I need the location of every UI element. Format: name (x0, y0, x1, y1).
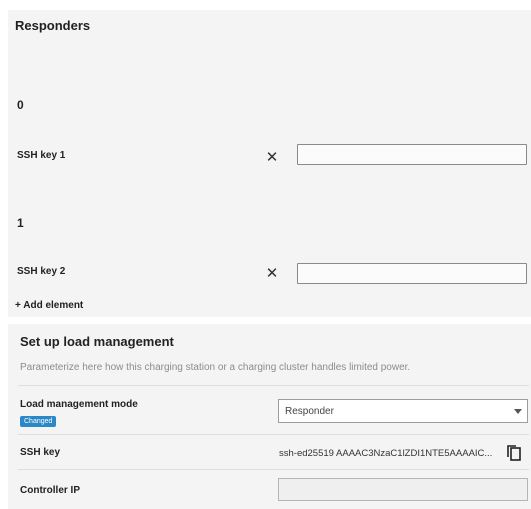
ssh-key-2-label: SSH key 2 (17, 266, 66, 277)
load-management-mode-select[interactable]: Responder (278, 399, 528, 423)
copy-icon[interactable] (506, 444, 522, 462)
page: Responders 0 SSH key 1 ✕ 1 SSH key 2 ✕ +… (0, 0, 531, 509)
responders-title: Responders (15, 18, 91, 33)
ssh-key-label: SSH key (20, 447, 61, 458)
load-management-title: Set up load management (20, 334, 174, 349)
ssh-key-2-input[interactable] (297, 263, 527, 284)
responder-index-1: 1 (17, 216, 24, 230)
divider (18, 385, 529, 386)
responder-index-0: 0 (17, 98, 24, 112)
responders-panel: Responders 0 SSH key 1 ✕ 1 SSH key 2 ✕ +… (8, 10, 531, 317)
divider (18, 469, 529, 470)
chevron-down-icon (514, 409, 522, 414)
divider (18, 434, 529, 435)
remove-ssh-key-1-button[interactable]: ✕ (264, 150, 280, 166)
load-management-mode-label: Load management mode (20, 399, 138, 410)
controller-ip-label: Controller IP (20, 485, 81, 496)
ssh-key-1-input[interactable] (297, 144, 527, 165)
remove-ssh-key-2-button[interactable]: ✕ (264, 266, 280, 282)
load-management-panel: Set up load management Parameterize here… (8, 324, 531, 509)
ssh-key-value: ssh-ed25519 AAAAC3NzaC1lZDI1NTE5AAAAIC..… (279, 448, 493, 459)
ssh-key-1-label: SSH key 1 (17, 150, 66, 161)
add-element-button[interactable]: + Add element (15, 300, 83, 311)
controller-ip-input[interactable] (278, 478, 528, 501)
load-management-description: Parameterize here how this charging stat… (20, 362, 411, 373)
changed-badge: Changed (20, 416, 57, 427)
load-management-mode-value: Responder (285, 406, 334, 417)
